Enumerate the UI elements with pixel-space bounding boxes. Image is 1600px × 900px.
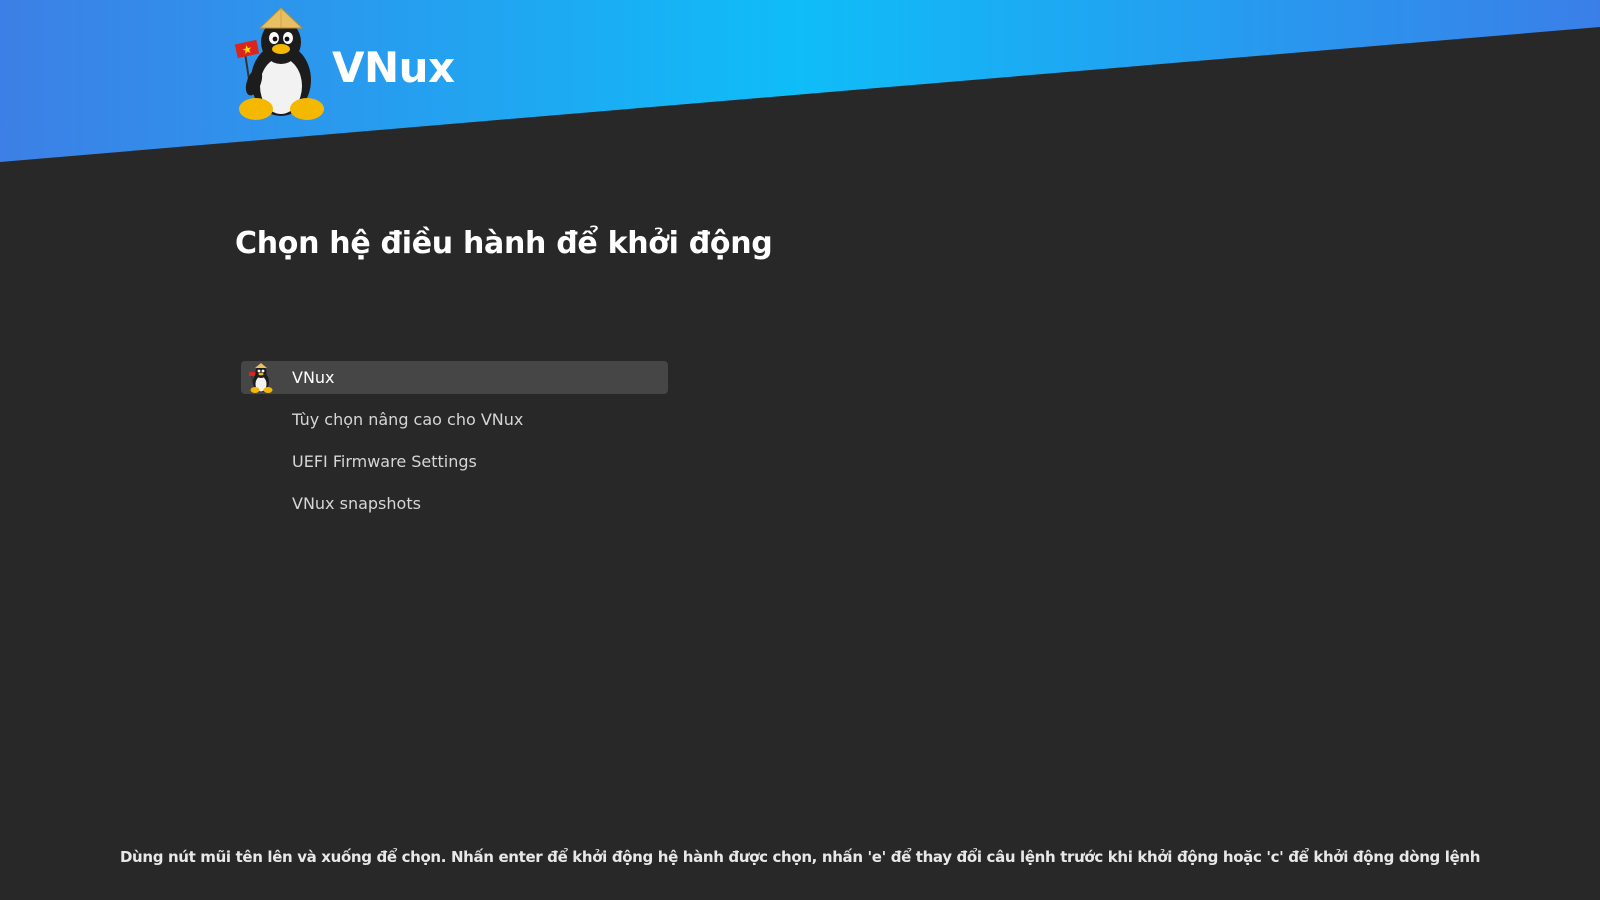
boot-entry-label: VNux [292, 368, 335, 387]
boot-screen: VNux Chọn hệ điều hành để khởi động VNux… [0, 0, 1600, 900]
boot-entry-label: UEFI Firmware Settings [292, 452, 477, 471]
tux-penguin-icon [249, 363, 273, 393]
boot-entry-advanced-options[interactable]: Tùy chọn nâng cao cho VNux [241, 403, 668, 436]
boot-entry-snapshots[interactable]: VNux snapshots [241, 487, 668, 520]
boot-entry-uefi-firmware-settings[interactable]: UEFI Firmware Settings [241, 445, 668, 478]
brand-name: VNux [332, 42, 455, 92]
brand-logo: VNux [234, 6, 455, 122]
tux-penguin-logo-icon [234, 7, 324, 120]
boot-entry-vnux[interactable]: VNux [241, 361, 668, 394]
help-text: Dùng nút mũi tên lên và xuống để chọn. N… [119, 848, 1481, 866]
boot-entry-label: Tùy chọn nâng cao cho VNux [292, 410, 524, 429]
boot-entry-label: VNux snapshots [292, 494, 421, 513]
boot-menu: VNux Tùy chọn nâng cao cho VNux UEFI Fir… [241, 361, 668, 529]
page-title: Chọn hệ điều hành để khởi động [235, 226, 773, 261]
